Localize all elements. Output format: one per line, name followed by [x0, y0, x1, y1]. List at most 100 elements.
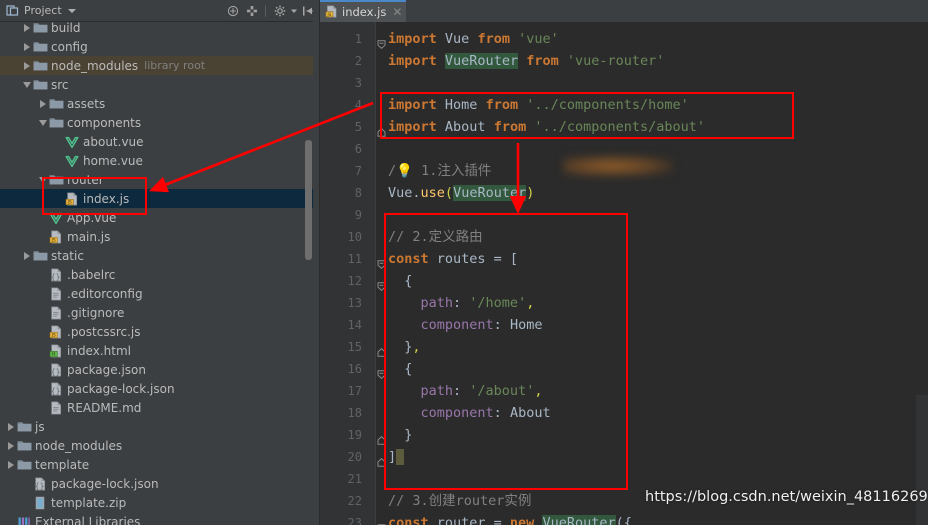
- tree-item[interactable]: JS main.js: [0, 227, 313, 246]
- tree-item[interactable]: home.vue: [0, 151, 313, 170]
- code-fold-end-icon[interactable]: [377, 430, 386, 445]
- code-line[interactable]: const router = new VueRouter({: [388, 512, 632, 525]
- chevron-down-icon[interactable]: [38, 113, 48, 132]
- code-line[interactable]: const routes = [: [388, 248, 518, 270]
- code-line[interactable]: component: About: [388, 402, 551, 424]
- chevron-right-icon[interactable]: [22, 37, 32, 56]
- code-line[interactable]: {: [388, 270, 412, 292]
- code-line[interactable]: Vue.use(VueRouter): [388, 182, 534, 204]
- code-line[interactable]: import Vue from 'vue': [388, 28, 559, 50]
- chevron-right-icon[interactable]: [22, 22, 32, 37]
- project-tree-scrollbar[interactable]: [305, 140, 312, 260]
- panel-splitter[interactable]: [313, 0, 320, 525]
- tree-item[interactable]: .editorconfig: [0, 284, 313, 303]
- tree-item[interactable]: src: [0, 75, 313, 94]
- tree-item[interactable]: router: [0, 170, 313, 189]
- tab-index-js[interactable]: JS index.js ✕: [320, 0, 407, 22]
- code-line[interactable]: path: '/about',: [388, 380, 543, 402]
- folder-icon: [48, 115, 64, 131]
- code-token: '/about': [469, 383, 535, 399]
- chevron-down-icon[interactable]: [22, 75, 32, 94]
- tree-item[interactable]: {} .babelrc: [0, 265, 313, 284]
- code-line[interactable]: }: [388, 424, 412, 446]
- chevron-right-icon[interactable]: [6, 436, 16, 455]
- collapse-all-icon[interactable]: [224, 3, 241, 20]
- tree-item[interactable]: External Libraries: [0, 512, 313, 525]
- tree-item[interactable]: {} package.json: [0, 360, 313, 379]
- tree-item[interactable]: {} package-lock.json: [0, 379, 313, 398]
- tree-item[interactable]: App.vue: [0, 208, 313, 227]
- code-token: import: [388, 97, 437, 113]
- tree-item[interactable]: template.zip: [0, 493, 313, 512]
- tree-item[interactable]: .gitignore: [0, 303, 313, 322]
- code-line[interactable]: import Home from '../components/home': [388, 94, 689, 116]
- chevron-right-icon[interactable]: [22, 246, 32, 265]
- tree-item[interactable]: about.vue: [0, 132, 313, 151]
- tree-item[interactable]: build: [0, 22, 313, 37]
- code-line[interactable]: ]: [388, 446, 405, 468]
- chevron-right-icon[interactable]: [22, 56, 32, 75]
- code-line[interactable]: },: [388, 336, 420, 358]
- tree-item[interactable]: template: [0, 455, 313, 474]
- code-line[interactable]: // 3.创建router实例: [388, 490, 531, 512]
- line-number: 15: [347, 340, 362, 354]
- code-token: Home: [444, 97, 478, 113]
- tree-item[interactable]: components: [0, 113, 313, 132]
- code-line[interactable]: component: Home: [388, 314, 543, 336]
- close-icon[interactable]: ✕: [392, 5, 402, 19]
- settings-gear-icon[interactable]: [271, 3, 288, 20]
- code-line[interactable]: // 2.定义路由: [388, 226, 483, 248]
- code-token: '/home': [469, 295, 527, 311]
- code-fold-end-icon[interactable]: [377, 452, 386, 467]
- tree-item-label: node_modules: [51, 58, 139, 73]
- tree-item[interactable]: node_modules library root: [0, 56, 313, 75]
- code-fold-end-icon[interactable]: [377, 122, 386, 137]
- code-token: ,: [526, 295, 535, 311]
- code-token: router =: [428, 515, 510, 525]
- chevron-right-icon[interactable]: [6, 455, 16, 474]
- line-number: 10: [347, 230, 362, 244]
- project-tool-window: Project build config node_modules librar…: [0, 0, 320, 525]
- code-token: 'vue': [518, 31, 559, 47]
- project-file-tree[interactable]: build config node_modules library root sr…: [0, 22, 320, 525]
- tree-item[interactable]: Hindex.html: [0, 341, 313, 360]
- tree-item[interactable]: node_modules: [0, 436, 313, 455]
- code-token: [: [509, 251, 519, 267]
- code-line[interactable]: /💡 1.注入插件: [388, 160, 491, 182]
- code-line[interactable]: import About from '../components/about': [388, 116, 705, 138]
- chevron-right-icon[interactable]: [38, 94, 48, 113]
- tree-item[interactable]: assets: [0, 94, 313, 113]
- code-token: Home: [509, 317, 543, 333]
- settings-caret-icon[interactable]: [290, 3, 297, 20]
- code-fold-end-icon[interactable]: [377, 342, 386, 357]
- tree-item[interactable]: {} package-lock.json: [0, 474, 313, 493]
- code-fold-start-icon[interactable]: [377, 364, 386, 379]
- scroll-from-source-icon[interactable]: [243, 3, 260, 20]
- tree-item[interactable]: config: [0, 37, 313, 56]
- code-line[interactable]: import VueRouter from 'vue-router': [388, 50, 664, 72]
- code-line[interactable]: path: '/home',: [388, 292, 535, 314]
- tree-item-selected[interactable]: JS index.js: [0, 189, 313, 208]
- chevron-down-icon[interactable]: [67, 8, 76, 13]
- code-line[interactable]: {: [388, 358, 412, 380]
- folder-icon: [16, 419, 32, 435]
- code-fold-start-icon[interactable]: [377, 34, 386, 49]
- tree-item[interactable]: js: [0, 417, 313, 436]
- tree-item-label: home.vue: [83, 153, 143, 168]
- code-fold-start-icon[interactable]: [377, 518, 386, 525]
- code-fold-start-icon[interactable]: [377, 254, 386, 269]
- tree-item[interactable]: static: [0, 246, 313, 265]
- chevron-right-icon[interactable]: [6, 417, 16, 436]
- line-number: 3: [354, 76, 362, 90]
- tree-item[interactable]: JS .postcssrc.js: [0, 322, 313, 341]
- code-fold-start-icon[interactable]: [377, 276, 386, 291]
- tree-item[interactable]: README.md: [0, 398, 313, 417]
- editor-gutter[interactable]: 1 2 3 4 5 6 7 8 9 10 11 12 13 14 15 16 17 18 19 20 21 22 23: [320, 22, 375, 525]
- chevron-down-icon[interactable]: [38, 170, 48, 189]
- code-editor-surface[interactable]: 1 2 3 4 5 6 7 8 9 10 11 12 13 14 15 16 17 18 19 20 21 22 23 im…: [320, 22, 928, 525]
